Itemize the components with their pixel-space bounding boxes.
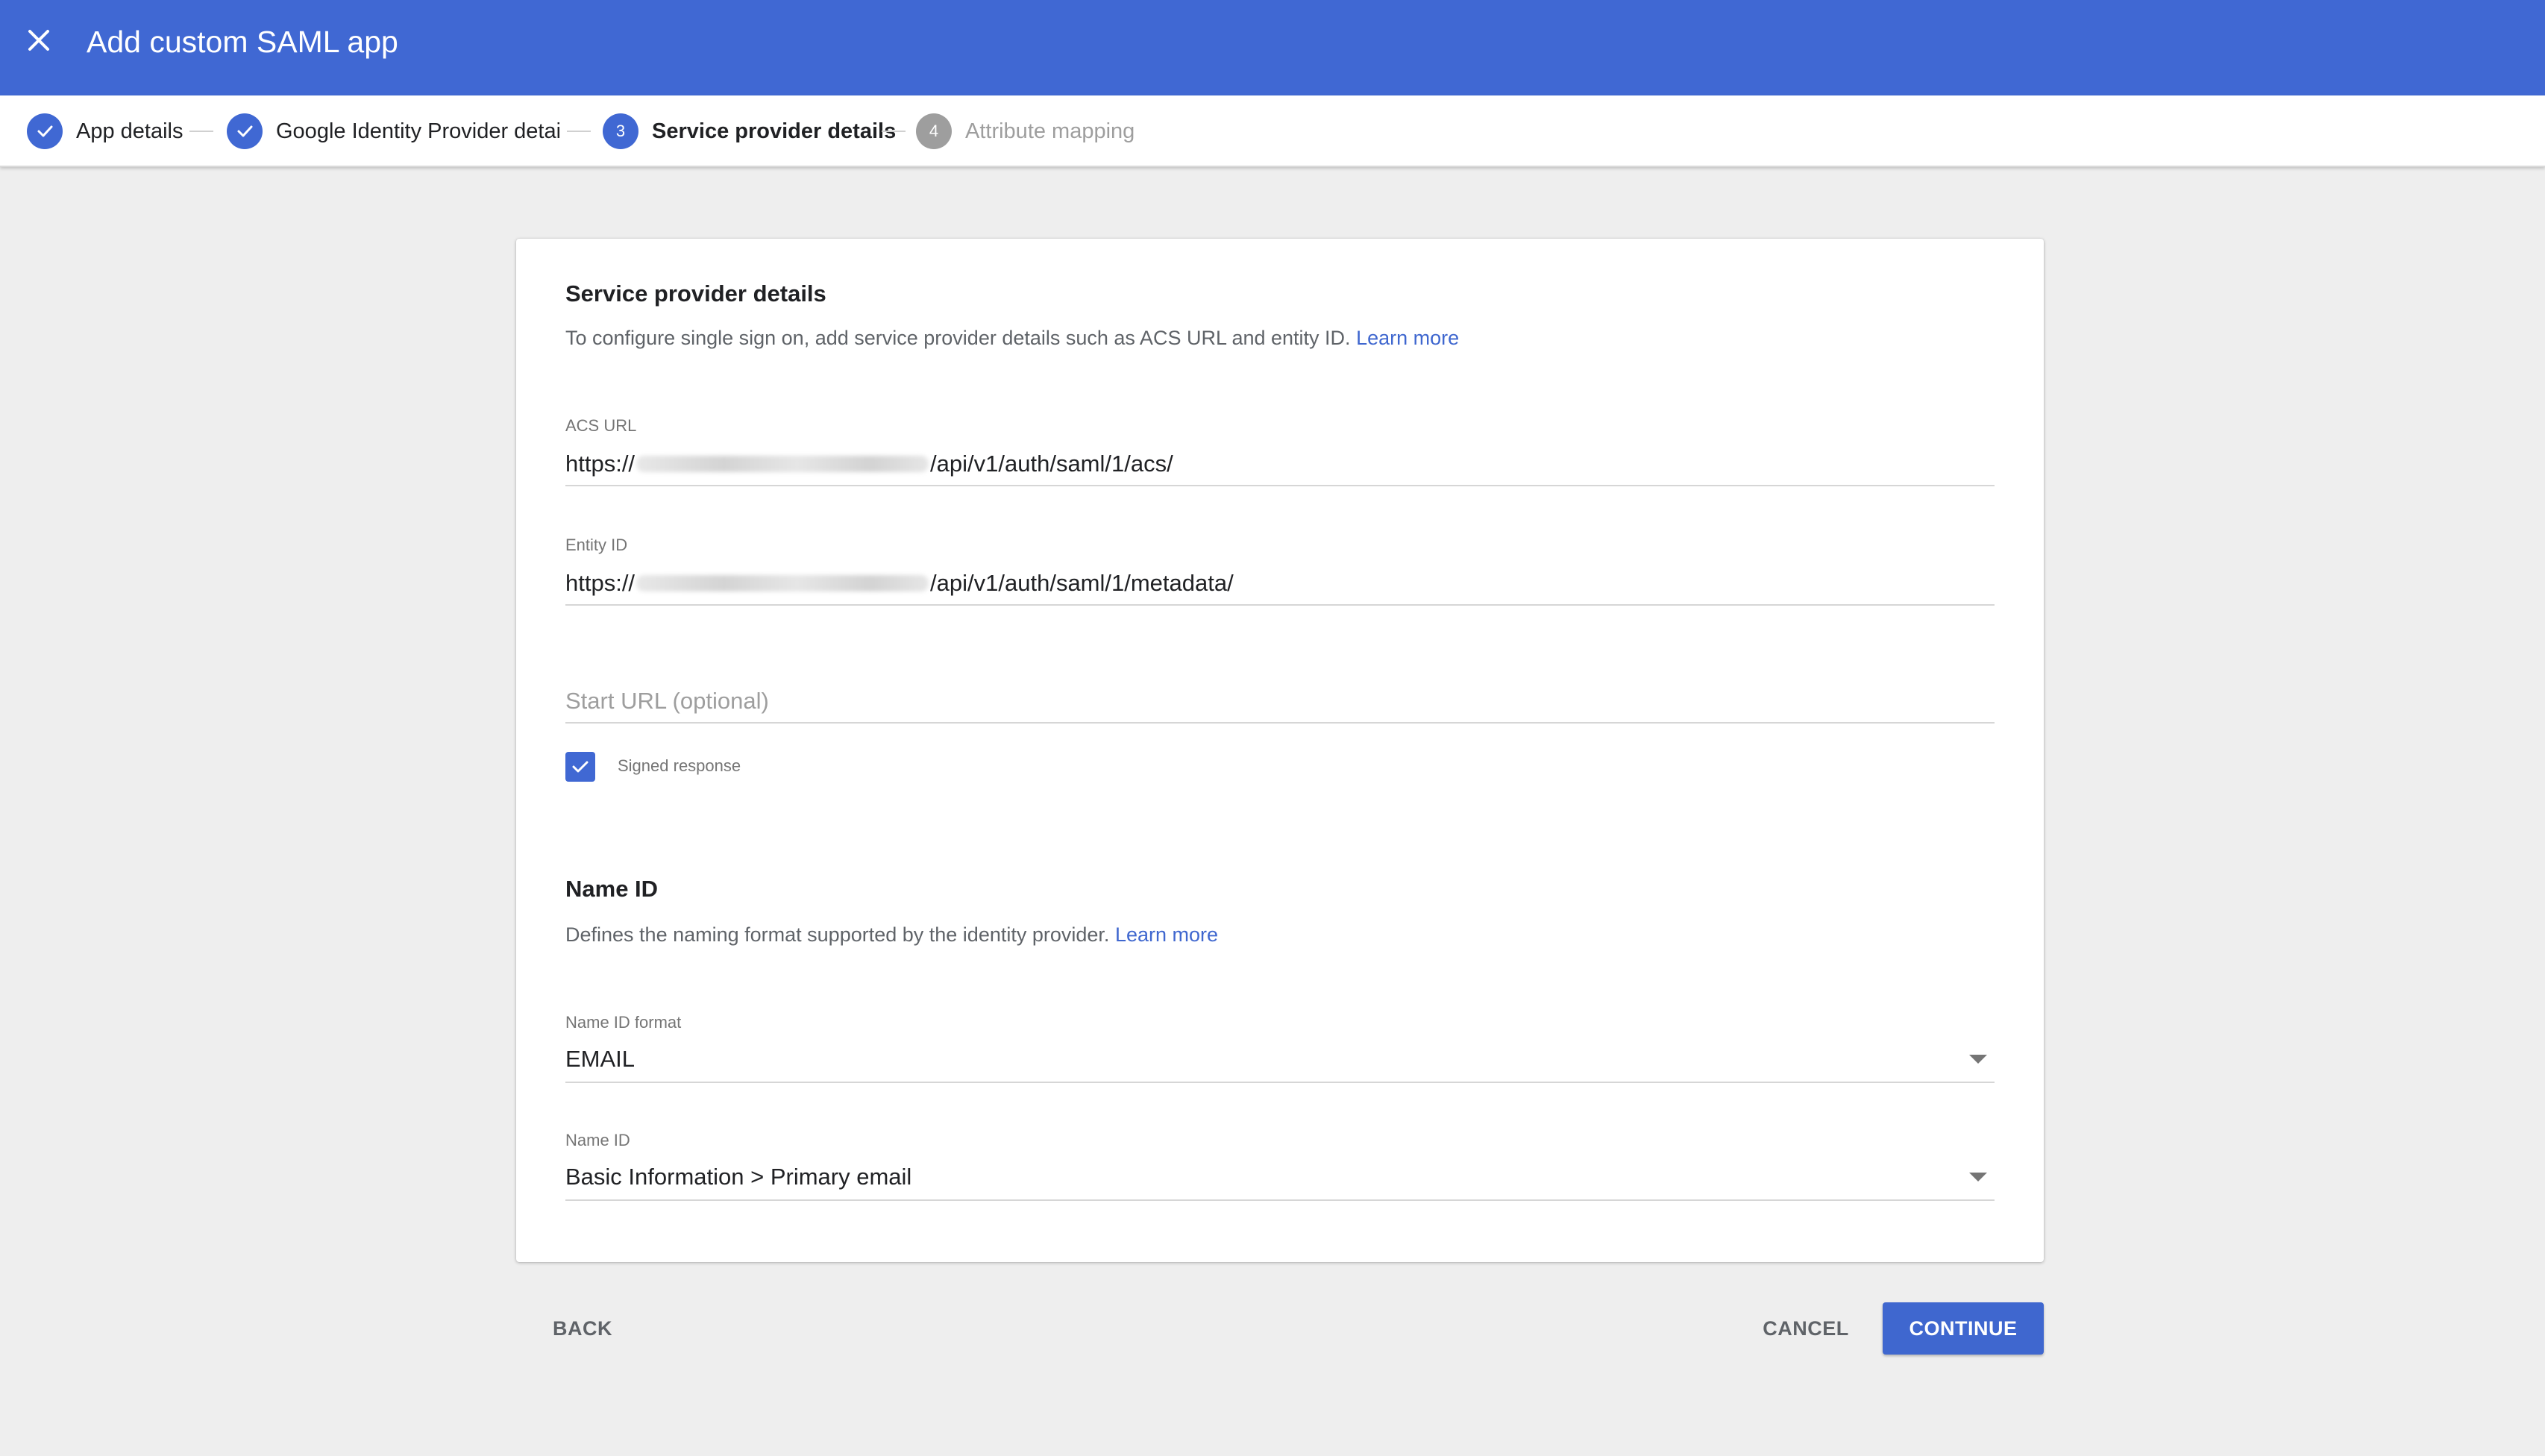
page-title: Add custom SAML app bbox=[87, 25, 398, 59]
name-id-format-value: EMAIL bbox=[565, 1046, 636, 1072]
check-icon bbox=[572, 761, 589, 773]
acs-url-prefix: https:// bbox=[565, 451, 636, 477]
section-title: Service provider details bbox=[565, 280, 826, 307]
redacted-hostname bbox=[636, 575, 929, 592]
dropdown-arrow-icon bbox=[1969, 1173, 1987, 1182]
acs-url-underline bbox=[565, 485, 1995, 486]
step-app-details[interactable]: App details bbox=[27, 112, 183, 151]
name-id-format-label: Name ID format bbox=[565, 1013, 682, 1032]
description-text: Defines the naming format supported by t… bbox=[565, 923, 1110, 946]
step-attribute-mapping[interactable]: 4 Attribute mapping bbox=[916, 112, 1135, 151]
name-id-select[interactable]: Basic Information > Primary email bbox=[565, 1156, 1995, 1201]
name-id-label: Name ID bbox=[565, 1131, 630, 1149]
signed-response-checkbox[interactable] bbox=[565, 752, 595, 782]
step-number-badge: 3 bbox=[603, 113, 638, 149]
description-text: To configure single sign on, add service… bbox=[565, 327, 1351, 349]
step-label: Google Identity Provider details bbox=[276, 119, 559, 143]
name-id-section-title: Name ID bbox=[565, 876, 659, 902]
signed-response-label: Signed response bbox=[618, 756, 741, 775]
step-number-badge: 4 bbox=[916, 113, 952, 149]
step-label: App details bbox=[76, 119, 183, 143]
back-button[interactable]: BACK bbox=[534, 1302, 631, 1355]
section-description: To configure single sign on, add service… bbox=[565, 327, 1459, 350]
entity-id-underline bbox=[565, 604, 1995, 606]
entity-id-label: Entity ID bbox=[565, 536, 628, 554]
service-provider-card: Service provider details To configure si… bbox=[516, 239, 2044, 1262]
start-url-input[interactable]: Start URL (optional) bbox=[565, 688, 769, 715]
cancel-button[interactable]: CANCEL bbox=[1750, 1302, 1862, 1355]
step-connector bbox=[189, 131, 213, 132]
dropdown-arrow-icon bbox=[1969, 1055, 1987, 1064]
step-connector bbox=[882, 131, 906, 132]
start-url-underline bbox=[565, 722, 1995, 724]
step-service-provider-details[interactable]: 3 Service provider details bbox=[603, 112, 896, 151]
acs-url-suffix: /api/v1/auth/saml/1/acs/ bbox=[930, 451, 1173, 477]
name-id-format-underline bbox=[565, 1082, 1995, 1083]
entity-id-prefix: https:// bbox=[565, 570, 636, 596]
stepper: App details Google Identity Provider det… bbox=[0, 95, 2545, 167]
continue-button[interactable]: CONTINUE bbox=[1883, 1302, 2044, 1355]
name-id-format-select[interactable]: EMAIL bbox=[565, 1038, 1995, 1083]
step-connector bbox=[567, 131, 591, 132]
name-id-underline bbox=[565, 1199, 1995, 1201]
name-id-description: Defines the naming format supported by t… bbox=[565, 923, 1218, 947]
entity-id-input[interactable]: https:// /api/v1/auth/saml/1/metadata/ bbox=[565, 570, 1234, 597]
step-label: Service provider details bbox=[652, 119, 897, 143]
learn-more-link[interactable]: Learn more bbox=[1115, 923, 1218, 946]
acs-url-label: ACS URL bbox=[565, 416, 637, 435]
learn-more-link[interactable]: Learn more bbox=[1356, 327, 1459, 349]
name-id-value: Basic Information > Primary email bbox=[565, 1164, 912, 1190]
step-label: Attribute mapping bbox=[965, 119, 1135, 143]
redacted-hostname bbox=[636, 456, 929, 472]
check-icon bbox=[227, 113, 263, 149]
step-google-idp-details[interactable]: Google Identity Provider details bbox=[227, 112, 559, 151]
check-icon bbox=[27, 113, 63, 149]
acs-url-input[interactable]: https:// /api/v1/auth/saml/1/acs/ bbox=[565, 451, 1173, 477]
app-bar: Add custom SAML app bbox=[0, 0, 2545, 95]
close-icon[interactable] bbox=[21, 22, 57, 58]
entity-id-suffix: /api/v1/auth/saml/1/metadata/ bbox=[930, 570, 1234, 596]
